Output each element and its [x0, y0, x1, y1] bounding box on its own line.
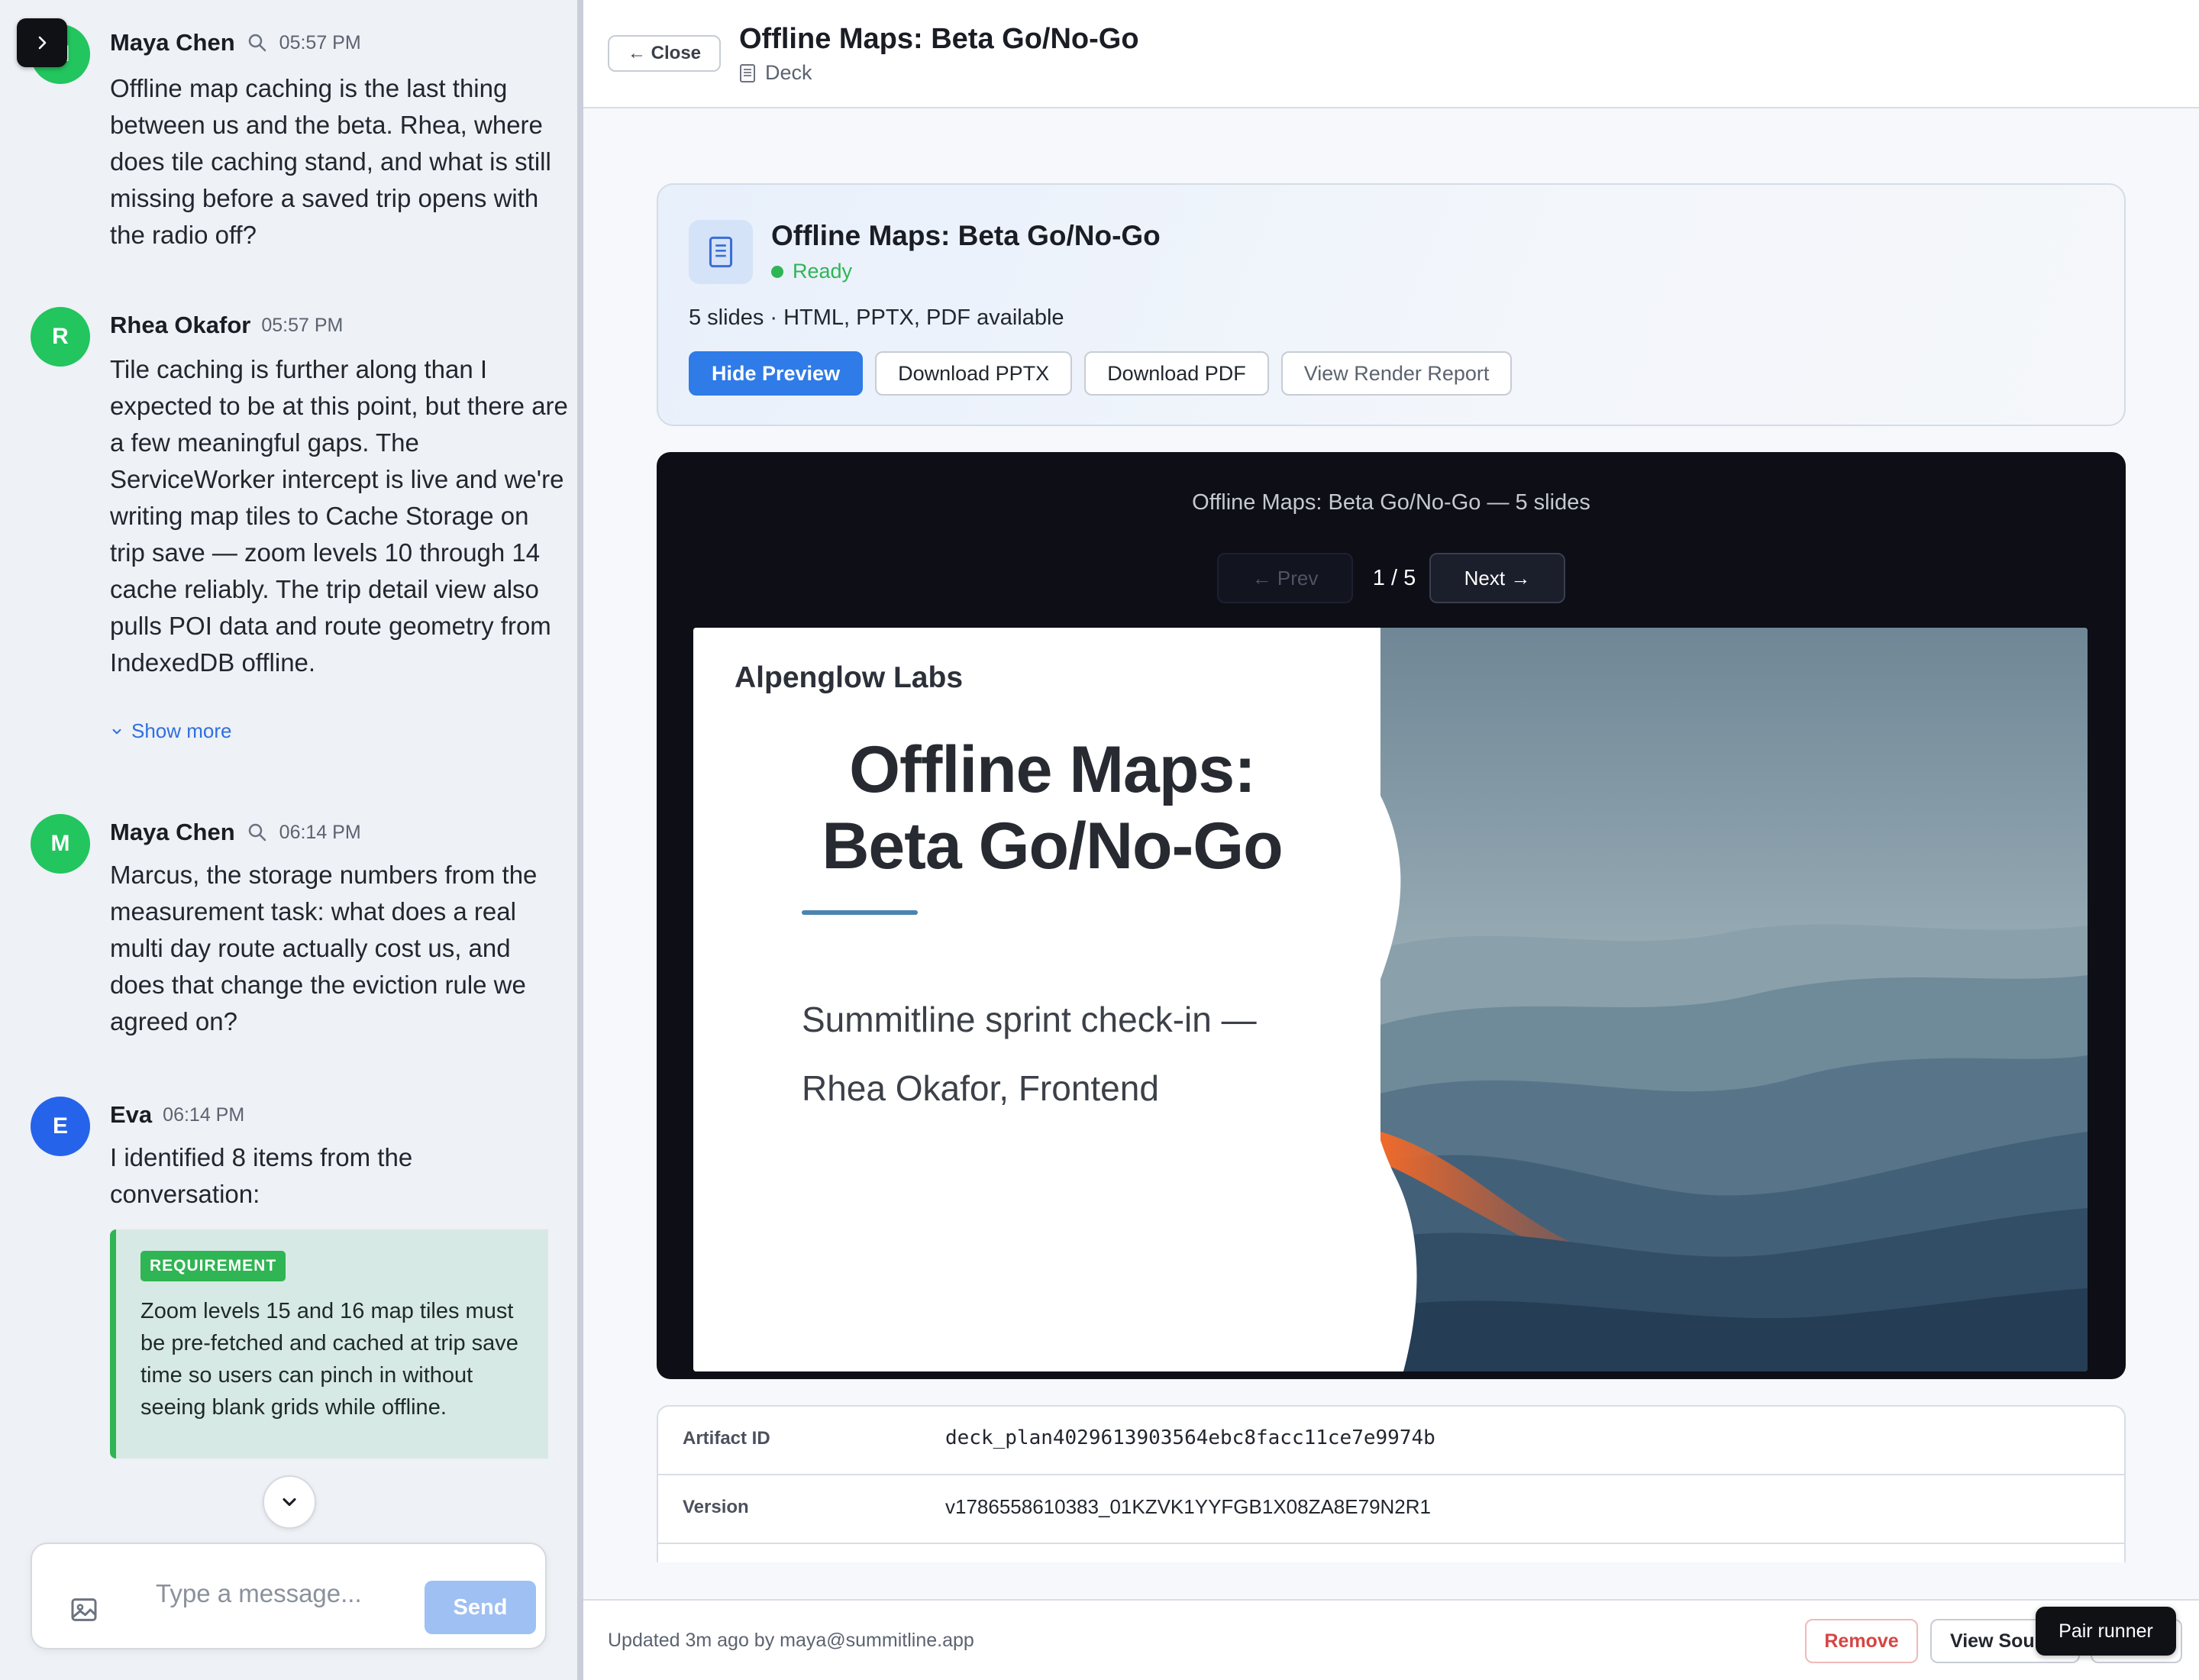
artifact-header: ← Close Offline Maps: Beta Go/No-Go Deck [583, 0, 2199, 108]
status-dot-icon [771, 265, 783, 278]
prev-slide-button[interactable]: ← Prev [1217, 553, 1353, 603]
slide-preview: Alpenglow Labs Offline Maps: Beta Go/No-… [693, 628, 2088, 1371]
slide-subtitle: Summitline sprint check-in — Rhea Okafor… [802, 985, 1336, 1123]
message-author: Maya Chen [110, 819, 235, 845]
sidebar-toggle-button[interactable] [17, 18, 67, 67]
document-icon [740, 63, 755, 82]
artifact-summary: 5 slides · HTML, PPTX, PDF available [689, 305, 1064, 330]
metadata-row: Artifact ID deck_plan4029613903564ebc8fa… [658, 1407, 2124, 1475]
message-author: Rhea Okafor [110, 312, 251, 338]
download-pptx-button[interactable]: Download PPTX [875, 351, 1073, 396]
requirement-text: Zoom levels 15 and 16 map tiles must be … [140, 1299, 518, 1420]
page-title: Offline Maps: Beta Go/No-Go [739, 23, 1139, 55]
slide-subtitle-line: Rhea Okafor, Frontend [802, 1068, 1159, 1108]
status-label: Ready [793, 260, 853, 283]
chat-message: E Eva 06:14 PM I identified 8 items from… [31, 1097, 557, 1219]
next-slide-button[interactable]: Next → [1429, 553, 1565, 603]
message-header: Maya Chen 06:14 PM [110, 814, 361, 851]
chat-pane: M Maya Chen 05:57 PM Offline map caching… [0, 0, 577, 1680]
message-composer: Type a message... Send [31, 1543, 547, 1649]
message-text: Offline map caching is the last thing be… [110, 74, 551, 249]
view-render-report-button[interactable]: View Render Report [1280, 351, 1513, 396]
metadata-row: Version v1786558610383_01KZVK1YYFGB1X08Z… [658, 1475, 2124, 1544]
message-header: Rhea Okafor 05:57 PM [110, 307, 343, 344]
chevron-right-icon [38, 36, 47, 50]
search-icon[interactable] [246, 31, 269, 54]
message-author: Maya Chen [110, 29, 235, 56]
message-header: Maya Chen 05:57 PM [110, 24, 361, 61]
show-more-link[interactable]: Show more [110, 719, 232, 743]
pane-divider[interactable] [577, 0, 583, 1680]
page-indicator: 1 / 5 [1372, 565, 1416, 590]
message-text: Tile caching is further along than I exp… [110, 355, 568, 677]
artifact-footer: Updated 3m ago by maya@summitline.app Re… [583, 1599, 2199, 1680]
message-author: Eva [110, 1101, 153, 1128]
chevron-down-icon [112, 729, 121, 734]
scroll-to-bottom-button[interactable] [263, 1475, 316, 1529]
hide-preview-button[interactable]: Hide Preview [689, 351, 864, 396]
slide-viewer: Offline Maps: Beta Go/No-Go — 5 slides ←… [657, 452, 2126, 1379]
artifact-title: Offline Maps: Beta Go/No-Go [771, 220, 1161, 251]
viewer-title: Offline Maps: Beta Go/No-Go — 5 slides [1192, 490, 1590, 515]
show-more-label: Show more [131, 719, 232, 742]
search-icon[interactable] [246, 821, 269, 844]
chat-message: M Maya Chen 06:14 PM Marcus, the storage… [31, 814, 557, 1043]
slide-title: Offline Maps: Beta Go/No-Go [822, 733, 1283, 883]
artifact-type-label: Deck [765, 61, 812, 84]
metadata-value: deck_plan4029613903564ebc8facc11ce7e9974… [945, 1426, 1435, 1449]
pair-runner-button[interactable]: Pair runner [2036, 1607, 2176, 1656]
status-badge: Ready [771, 260, 852, 283]
message-time: 06:14 PM [279, 821, 361, 843]
updated-text: Updated 3m ago by maya@summitline.app [608, 1630, 974, 1651]
artifact-card: Offline Maps: Beta Go/No-Go Ready 5 slid… [657, 183, 2126, 426]
metadata-key: Version [683, 1497, 749, 1517]
artifact-metadata-table: Artifact ID deck_plan4029613903564ebc8fa… [657, 1405, 2126, 1562]
requirement-badge: REQUIREMENT [140, 1251, 286, 1281]
message-input[interactable]: Type a message... [156, 1579, 362, 1608]
close-button[interactable]: ← Close [608, 35, 721, 72]
slide-brand: Alpenglow Labs [735, 661, 964, 694]
requirement-card[interactable]: REQUIREMENT Zoom levels 15 and 16 map ti… [110, 1229, 548, 1459]
message-text: Marcus, the storage numbers from the mea… [110, 861, 538, 1035]
artifact-type: Deck [739, 61, 812, 85]
message-text: I identified 8 items from the conversati… [110, 1143, 413, 1208]
document-icon [689, 220, 753, 284]
chat-message: R Rhea Okafor 05:57 PM Tile caching is f… [31, 307, 568, 765]
avatar: E [31, 1097, 90, 1156]
message-time: 06:14 PM [163, 1103, 245, 1126]
avatar: M [31, 814, 90, 874]
send-button[interactable]: Send [425, 1581, 536, 1634]
download-pdf-button[interactable]: Download PDF [1084, 351, 1269, 396]
metadata-key: Artifact ID [683, 1428, 770, 1449]
chevron-down-icon [283, 1497, 296, 1507]
image-icon[interactable] [69, 1594, 99, 1625]
slide-title-rule [802, 910, 918, 915]
message-header: Eva 06:14 PM [110, 1097, 244, 1133]
chat-message: M Maya Chen 05:57 PM Offline map caching… [31, 24, 557, 254]
artifact-actions: Hide Preview Download PPTX Download PDF … [689, 351, 1513, 396]
metadata-value: v1786558610383_01KZVK1YYFGB1X08ZA8E79N2R… [945, 1495, 1431, 1518]
remove-button[interactable]: Remove [1805, 1619, 1918, 1663]
message-time: 05:57 PM [261, 314, 344, 336]
artifact-pane: ← Close Offline Maps: Beta Go/No-Go Deck… [583, 0, 2199, 1680]
message-time: 05:57 PM [279, 31, 361, 53]
slide-subtitle-line: Summitline sprint check-in — [802, 1000, 1257, 1039]
avatar: R [31, 307, 90, 367]
